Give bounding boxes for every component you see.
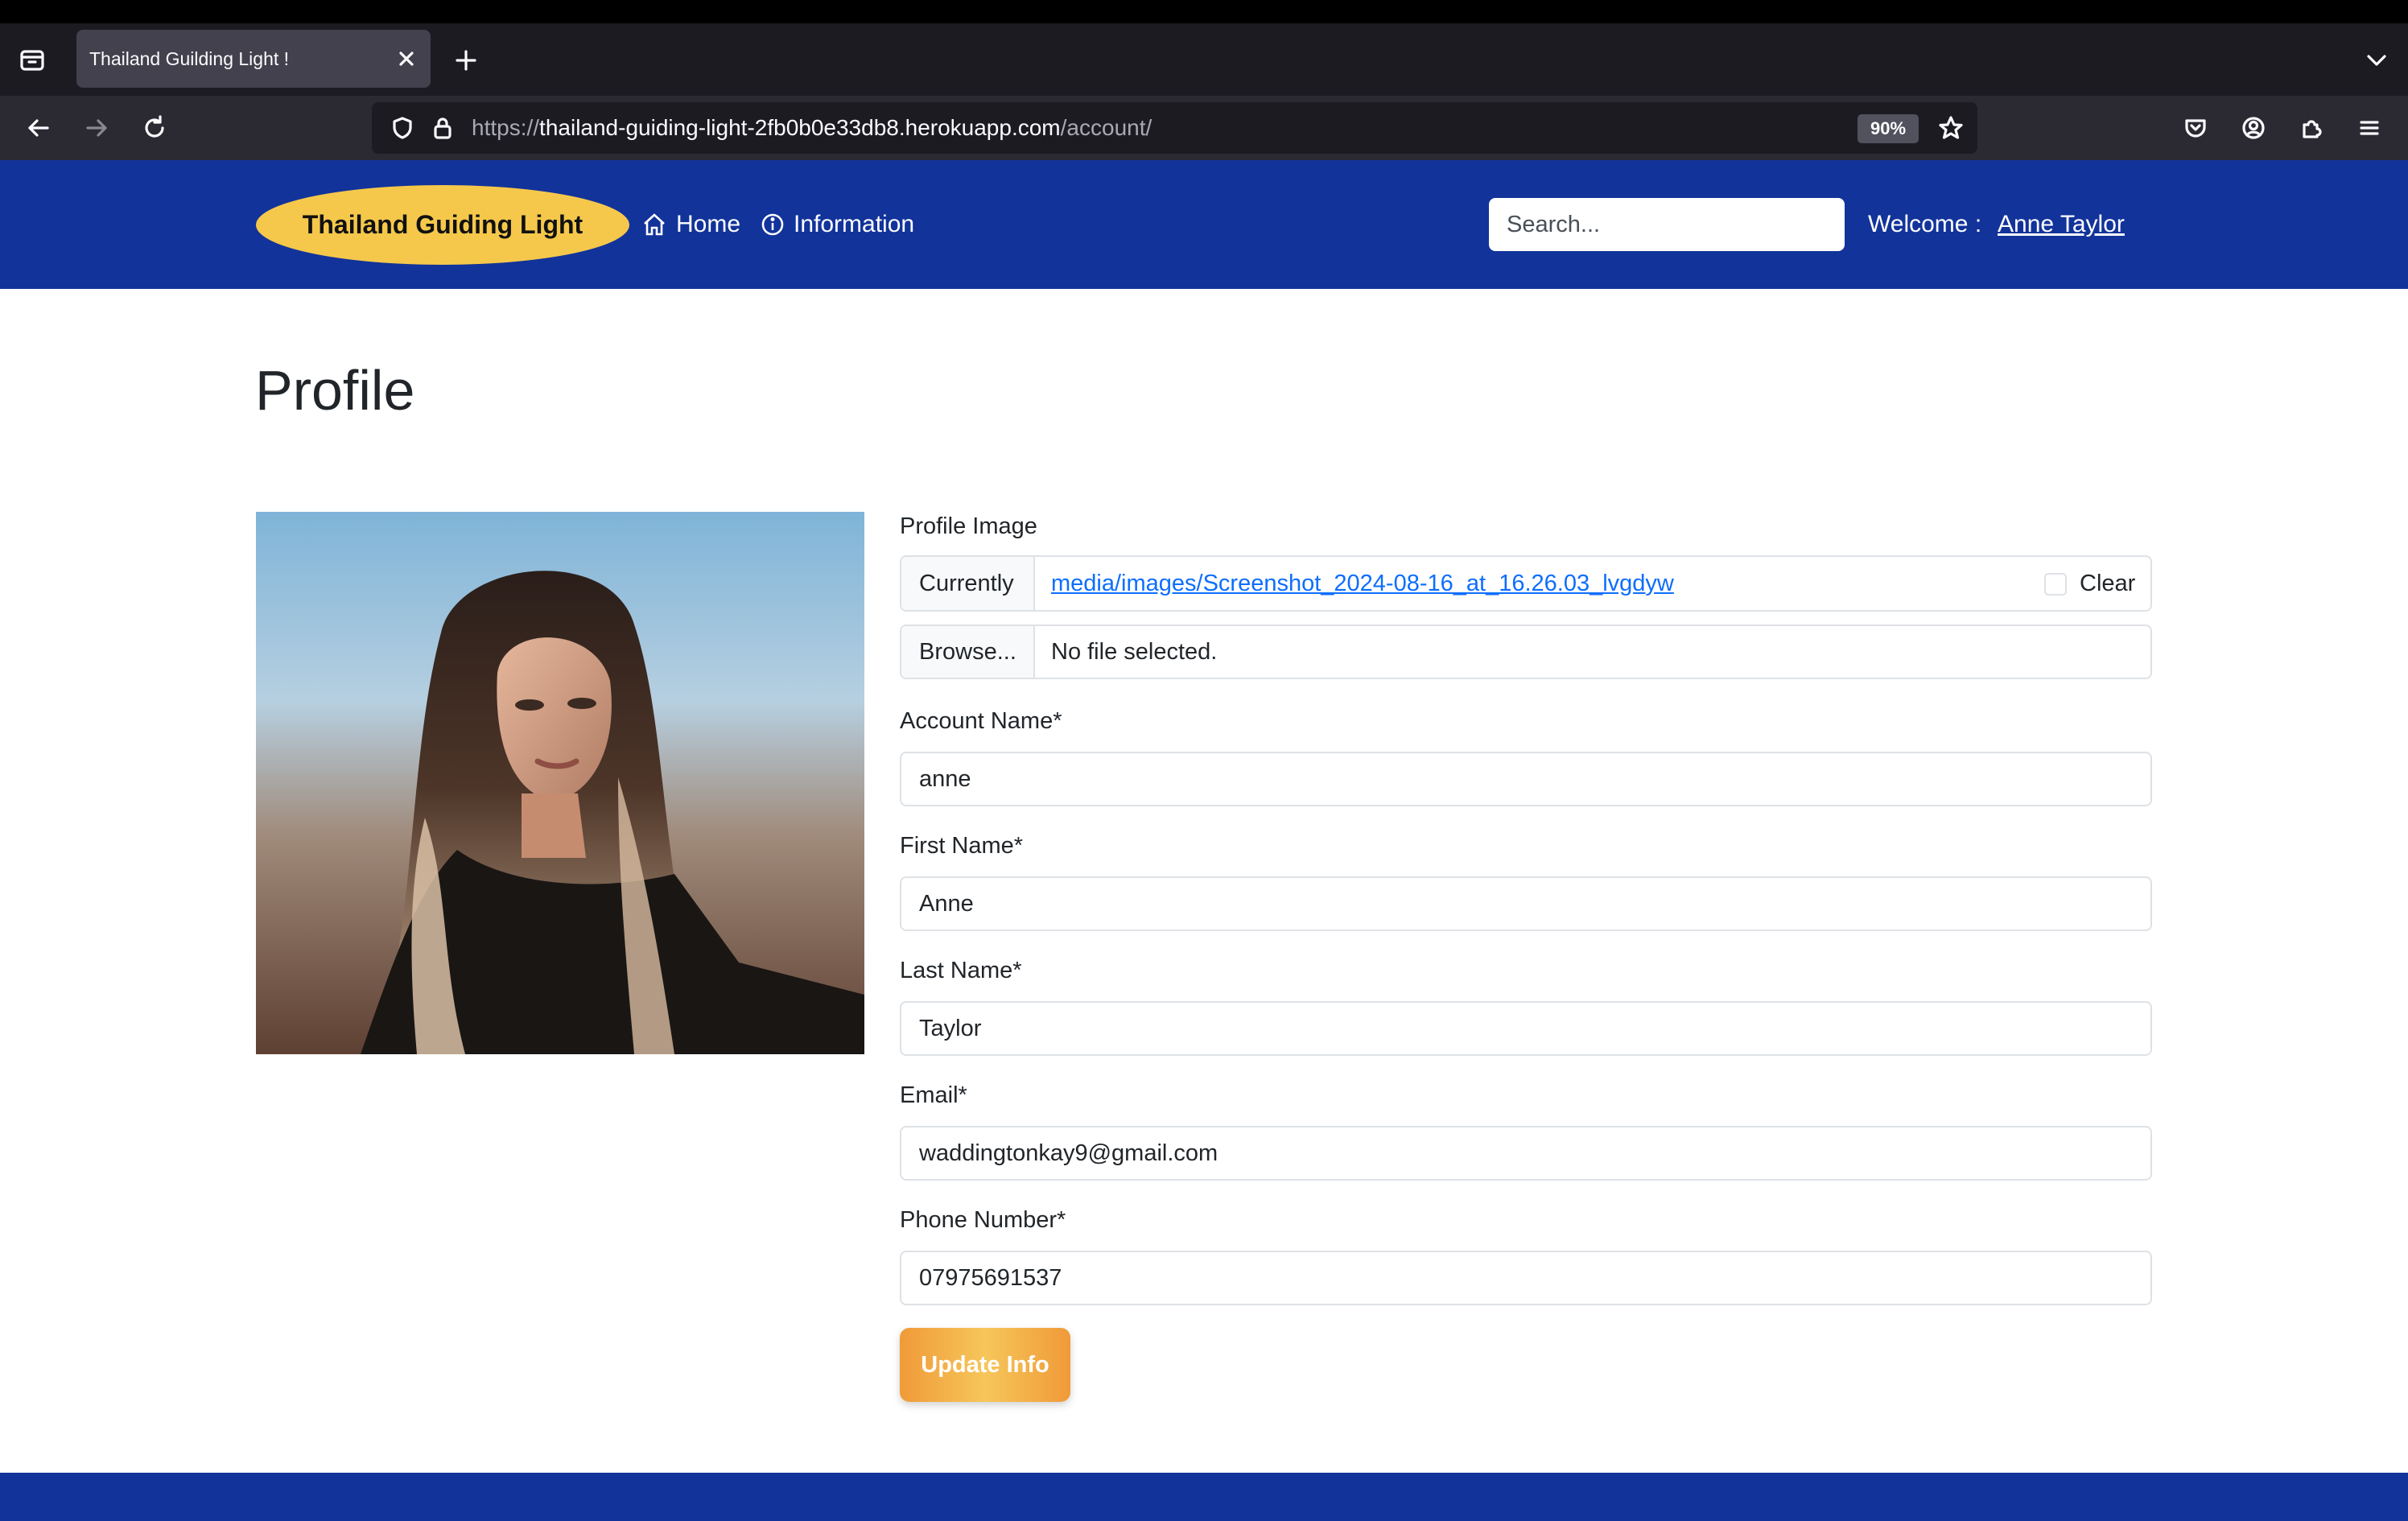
- nav-information-label: Information: [794, 211, 915, 237]
- email-label: Email*: [900, 1082, 967, 1108]
- tab-list-chevron-icon[interactable]: [2360, 43, 2394, 77]
- current-image-group: Currently media/images/Screenshot_2024-0…: [900, 555, 2152, 612]
- nav-home-link[interactable]: Home: [641, 196, 740, 254]
- home-icon: [644, 213, 665, 236]
- phone-number-label: Phone Number*: [900, 1207, 1066, 1233]
- email-field[interactable]: waddingtonkay9@gmail.com: [900, 1126, 2152, 1181]
- browser-nav-bar: https://thailand-guiding-light-2fb0b0e33…: [0, 96, 2408, 160]
- welcome-label: Welcome :: [1868, 211, 1982, 237]
- screen-top-strip: [0, 0, 2408, 23]
- nav-home-label: Home: [676, 211, 741, 237]
- url-prefix: https://: [472, 115, 540, 140]
- first-name-field[interactable]: Anne: [900, 876, 2152, 931]
- forward-icon[interactable]: [79, 110, 114, 146]
- url-bar[interactable]: https://thailand-guiding-light-2fb0b0e33…: [372, 102, 1977, 154]
- url-text[interactable]: https://thailand-guiding-light-2fb0b0e33…: [472, 102, 1152, 154]
- file-upload-group[interactable]: Browse... No file selected.: [900, 624, 2152, 679]
- reload-icon[interactable]: [137, 110, 172, 146]
- shield-icon[interactable]: [386, 112, 419, 144]
- currently-addon: Currently: [901, 557, 1035, 610]
- update-info-button[interactable]: Update Info: [900, 1328, 1070, 1402]
- site-header: Thailand Guiding Light Home Information …: [0, 160, 2408, 289]
- last-name-field[interactable]: Taylor: [900, 1001, 2152, 1056]
- phone-number-field[interactable]: 07975691537: [900, 1251, 2152, 1305]
- page-title: Profile: [255, 359, 415, 422]
- close-icon[interactable]: [392, 44, 421, 73]
- clear-checkbox[interactable]: [2044, 573, 2067, 596]
- pocket-icon[interactable]: [2178, 110, 2213, 146]
- menu-icon[interactable]: [2352, 110, 2387, 146]
- profile-image-label: Profile Image: [900, 513, 1037, 539]
- tab-title: Thailand Guilding Light !: [89, 48, 290, 69]
- url-host: thailand-guiding-light-2fb0b0e33db8.hero…: [539, 115, 1061, 140]
- account-icon[interactable]: [2236, 110, 2271, 146]
- brand-logo[interactable]: Thailand Guiding Light: [256, 185, 629, 265]
- clear-checkbox-label[interactable]: Clear: [2080, 557, 2135, 610]
- nav-information-link[interactable]: Information: [760, 196, 914, 254]
- current-file-text: media/images/Screenshot_2024-08-16_at_16…: [1051, 557, 1674, 610]
- last-name-label: Last Name*: [900, 958, 1022, 983]
- new-tab-icon[interactable]: [449, 43, 483, 77]
- zoom-level-badge[interactable]: 90%: [1858, 114, 1919, 143]
- first-name-label: First Name*: [900, 833, 1024, 859]
- bookmark-star-icon[interactable]: [1935, 112, 1967, 144]
- url-path: /account/: [1060, 115, 1152, 140]
- tab-overview-icon[interactable]: [14, 42, 50, 77]
- browse-button[interactable]: Browse...: [901, 626, 1035, 678]
- extensions-icon[interactable]: [2294, 110, 2329, 146]
- no-file-text: No file selected.: [1051, 638, 1218, 665]
- browser-tab-bar: Thailand Guilding Light !: [0, 23, 2408, 96]
- user-profile-link[interactable]: Anne Taylor: [1998, 196, 2125, 254]
- search-input[interactable]: [1489, 198, 1845, 251]
- profile-photo: [256, 512, 864, 1054]
- lock-icon[interactable]: [427, 112, 459, 144]
- account-name-field[interactable]: anne: [900, 752, 2152, 806]
- account-name-label: Account Name*: [900, 708, 1062, 734]
- active-tab[interactable]: Thailand Guilding Light !: [76, 30, 431, 88]
- site-footer: [0, 1473, 2408, 1521]
- back-icon[interactable]: [21, 110, 56, 146]
- info-icon: [761, 213, 784, 236]
- current-file-link[interactable]: media/images/Screenshot_2024-08-16_at_16…: [1051, 571, 1674, 597]
